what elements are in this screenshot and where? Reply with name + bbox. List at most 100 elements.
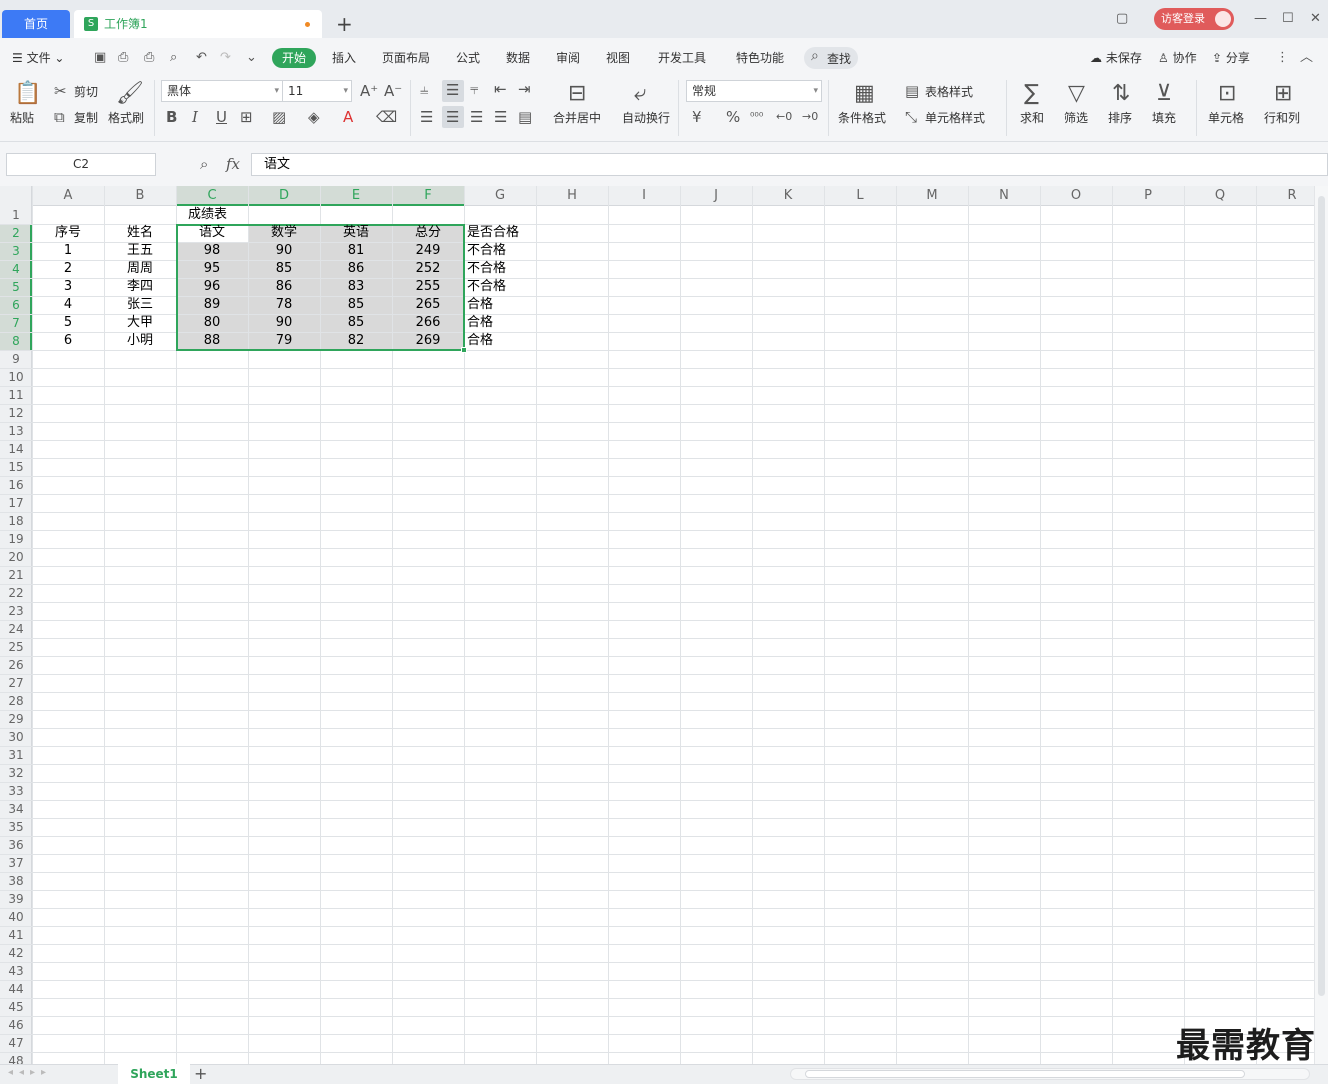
table-cell[interactable]: 1 xyxy=(32,242,104,260)
horizontal-scrollbar[interactable] xyxy=(790,1068,1310,1080)
font-color-icon[interactable]: A xyxy=(343,108,353,126)
align-middle-button[interactable]: ☰ xyxy=(442,80,464,102)
clear-format-icon[interactable]: ⌫ xyxy=(376,108,397,126)
cell-style-icon[interactable]: ⤡ xyxy=(905,108,917,126)
table-cell[interactable]: 79 xyxy=(248,332,320,350)
export-icon[interactable]: ⎙ xyxy=(118,49,128,67)
row-header-27[interactable]: 27 xyxy=(0,674,32,692)
cut-button[interactable]: 剪切 xyxy=(74,84,98,100)
print-icon[interactable]: ⎙ xyxy=(144,49,154,67)
column-header-I[interactable]: I xyxy=(608,186,680,206)
column-header-D[interactable]: D xyxy=(248,186,320,206)
table-cell[interactable]: 89 xyxy=(176,296,248,314)
column-header-E[interactable]: E xyxy=(320,186,392,206)
table-cell[interactable]: 90 xyxy=(248,314,320,332)
column-header-N[interactable]: N xyxy=(968,186,1040,206)
table-cell[interactable]: 81 xyxy=(320,242,392,260)
header-cell[interactable]: 姓名 xyxy=(104,224,176,242)
row-header-45[interactable]: 45 xyxy=(0,998,32,1016)
table-cell[interactable]: 合格 xyxy=(464,296,493,314)
table-cell[interactable]: 不合格 xyxy=(464,260,506,278)
minimize-icon[interactable]: — xyxy=(1254,10,1267,28)
collapse-ribbon-icon[interactable]: ︿ xyxy=(1300,49,1313,67)
fx-button[interactable]: fx xyxy=(226,155,240,173)
column-header-B[interactable]: B xyxy=(104,186,176,206)
table-cell[interactable]: 2 xyxy=(32,260,104,278)
add-sheet-button[interactable]: + xyxy=(194,1064,207,1084)
row-header-36[interactable]: 36 xyxy=(0,836,32,854)
align-left-icon[interactable]: ☰ xyxy=(420,108,433,126)
align-center-button[interactable]: ☰ xyxy=(442,106,464,128)
conditional-format-icon[interactable]: ▦ xyxy=(854,82,875,106)
sort-icon[interactable]: ⇅ xyxy=(1112,82,1130,106)
row-header-20[interactable]: 20 xyxy=(0,548,32,566)
filter-button[interactable]: 筛选 xyxy=(1064,110,1088,126)
row-header-22[interactable]: 22 xyxy=(0,584,32,602)
column-header-O[interactable]: O xyxy=(1040,186,1112,206)
collab-button[interactable]: ♙ 协作 xyxy=(1158,49,1197,67)
auto-wrap-icon[interactable]: ⤶ xyxy=(634,82,646,106)
table-cell[interactable]: 80 xyxy=(176,314,248,332)
menu-tab-start[interactable]: 开始 xyxy=(272,48,316,68)
table-cell[interactable]: 5 xyxy=(32,314,104,332)
menu-tab-data[interactable]: 数据 xyxy=(506,49,530,67)
file-menu[interactable]: ☰ 文件 ⌄ xyxy=(12,49,64,67)
increase-font-icon[interactable]: A⁺ xyxy=(360,82,378,100)
fill-color-icon[interactable]: ◈ xyxy=(308,108,320,126)
align-right-icon[interactable]: ☰ xyxy=(470,108,483,126)
sum-icon[interactable]: ∑ xyxy=(1024,82,1039,106)
table-cell[interactable]: 95 xyxy=(176,260,248,278)
table-cell[interactable]: 合格 xyxy=(464,314,493,332)
filter-icon[interactable]: ▽ xyxy=(1068,82,1085,106)
currency-button[interactable]: ¥ xyxy=(692,108,702,126)
table-cell[interactable]: 张三 xyxy=(104,296,176,314)
column-header-Q[interactable]: Q xyxy=(1184,186,1256,206)
row-header-17[interactable]: 17 xyxy=(0,494,32,512)
decrease-font-icon[interactable]: A⁻ xyxy=(384,82,402,100)
distribute-icon[interactable]: ▤ xyxy=(518,108,532,126)
row-header-47[interactable]: 47 xyxy=(0,1034,32,1052)
save-icon[interactable]: ▣ xyxy=(94,49,106,67)
row-header-41[interactable]: 41 xyxy=(0,926,32,944)
table-cell[interactable]: 252 xyxy=(392,260,464,278)
row-header-35[interactable]: 35 xyxy=(0,818,32,836)
column-header-J[interactable]: J xyxy=(680,186,752,206)
search-box[interactable]: ⌕ 查找 xyxy=(804,47,858,69)
table-cell[interactable]: 6 xyxy=(32,332,104,350)
more-options-icon[interactable]: ⋮ xyxy=(1276,49,1289,67)
table-cell[interactable]: 不合格 xyxy=(464,278,506,296)
menu-tab-page-layout[interactable]: 页面布局 xyxy=(382,49,430,67)
close-icon[interactable]: ✕ xyxy=(1310,10,1321,28)
table-cell[interactable]: 李四 xyxy=(104,278,176,296)
copy-button[interactable]: 复制 xyxy=(74,110,98,126)
vertical-scroll-thumb[interactable] xyxy=(1318,196,1325,996)
print-preview-icon[interactable]: ⌕ xyxy=(170,49,177,67)
fill-button[interactable]: 填充 xyxy=(1152,110,1176,126)
table-cell[interactable]: 82 xyxy=(320,332,392,350)
row-header-39[interactable]: 39 xyxy=(0,890,32,908)
align-top-icon[interactable]: ⫨ xyxy=(420,80,428,98)
row-header-12[interactable]: 12 xyxy=(0,404,32,422)
row-header-6[interactable]: 6 xyxy=(0,296,32,314)
row-header-9[interactable]: 9 xyxy=(0,350,32,368)
thousands-separator-icon[interactable]: ⁰⁰⁰ xyxy=(750,108,763,126)
window-layout-icon[interactable]: ▢ xyxy=(1116,10,1128,28)
paste-button[interactable]: 粘贴 xyxy=(10,110,34,126)
row-header-14[interactable]: 14 xyxy=(0,440,32,458)
merge-center-button[interactable]: 合并居中 xyxy=(553,110,601,126)
row-header-42[interactable]: 42 xyxy=(0,944,32,962)
sheet-tab-active[interactable]: Sheet1 xyxy=(118,1064,190,1084)
tab-home[interactable]: 首页 xyxy=(2,10,70,38)
format-painter-button[interactable]: 格式刷 xyxy=(108,110,144,126)
row-header-46[interactable]: 46 xyxy=(0,1016,32,1034)
row-header-10[interactable]: 10 xyxy=(0,368,32,386)
percent-button[interactable]: % xyxy=(726,108,740,126)
sheet-grid[interactable]: A B C D E F G H I J K L M N O P Q R 1 2 3 4 5 6 7 8 9 10 11 12 13 14 15 1… xyxy=(0,186,1314,1064)
row-header-26[interactable]: 26 xyxy=(0,656,32,674)
row-header-16[interactable]: 16 xyxy=(0,476,32,494)
row-header-8[interactable]: 8 xyxy=(0,332,32,350)
quick-access-more-icon[interactable]: ⌄ xyxy=(246,49,257,67)
table-cell[interactable]: 83 xyxy=(320,278,392,296)
header-cell[interactable]: 数学 xyxy=(248,224,320,242)
table-cell[interactable]: 249 xyxy=(392,242,464,260)
